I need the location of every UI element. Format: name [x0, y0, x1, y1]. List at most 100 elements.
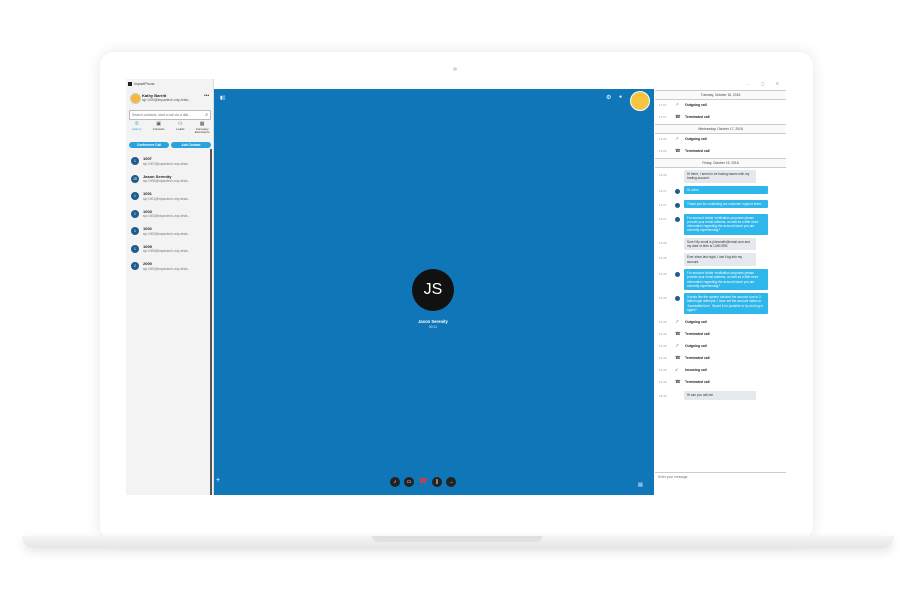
history-row[interactable]: 14:39 ↗ Outgoing call — [655, 341, 786, 353]
row-label: Outgoing call — [685, 344, 707, 349]
message-row: 14:37 Thank you for contacting our custom… — [655, 199, 786, 212]
row-time: 13:03 — [659, 149, 667, 153]
history-row[interactable]: 14:39 ☎ Terminated call — [655, 377, 786, 389]
call-controls: ♪ ▭ ☎ ∥ → — [390, 477, 456, 487]
row-label: Terminated call — [685, 332, 710, 337]
contact-name: 1003 — [143, 208, 152, 214]
message-time: 14:39 — [659, 296, 667, 301]
history-row[interactable]: 14:39 ☎ Terminated call — [655, 329, 786, 341]
user-sip: sip:1000@impactech-voip-tests... — [142, 98, 191, 102]
message-time: 14:38 — [659, 256, 667, 261]
end-call-button[interactable]: ☎ — [418, 477, 428, 487]
contact-sip: sip:1002@impactech-voip-tests... — [143, 231, 191, 236]
history-row[interactable]: 14:39 ☎ Terminated call — [655, 353, 786, 365]
outgoing-arrow-icon: ↗ — [675, 343, 679, 349]
message-row: 14:39 For account holder verification pur… — [655, 268, 786, 291]
list-item[interactable]: 1 1002 sip:1002@impactech-voip-tests... — [126, 223, 210, 241]
message-row: 14:37 For account holder verification pur… — [655, 213, 786, 235]
app-title: ImpactPhone — [134, 82, 155, 86]
history-row[interactable]: 13:03 ↗ Outgoing call — [655, 134, 786, 146]
message-bubble: Ever since last night, I can't log into … — [684, 253, 756, 266]
video-button[interactable]: ▭ — [404, 477, 414, 487]
message-time: 14:38 — [659, 240, 667, 245]
contact-sip: sip:1001@impactech-voip-tests... — [143, 196, 191, 201]
app-window: ImpactPhone Kathy Barritt sip:1000@impac… — [126, 79, 786, 495]
row-label: Outgoing call — [685, 320, 707, 325]
list-item[interactable]: 1 1003 sip:1003@impactech-voip-tests... — [126, 206, 210, 224]
contact-sip: sip:1009@impactech-voip-tests... — [143, 249, 191, 253]
laptop-notch — [372, 536, 542, 542]
add-contact-button[interactable]: Add Contact — [171, 142, 211, 148]
agent-avatar — [675, 202, 680, 208]
agent-avatar — [675, 271, 680, 277]
list-item[interactable]: 1 1001 sip:1001@impactech-voip-tests... — [126, 188, 210, 206]
message-bubble: For account holder verification purposes… — [684, 268, 768, 291]
row-label: Terminated call — [685, 380, 710, 385]
list-item[interactable]: JS Jason Serenity sip:1005@impactech-voi… — [126, 171, 210, 189]
search-icon[interactable]: ⌕ — [205, 112, 208, 118]
history-row[interactable]: 17:07 ↗ Outgoing call — [655, 100, 786, 112]
terminated-phone-icon: ☎ — [675, 331, 681, 337]
history-row[interactable]: 14:39 ↗ Outgoing call — [655, 317, 786, 329]
history-row[interactable]: 13:03 ☎ Terminated call — [655, 146, 786, 158]
chat-icon[interactable]: ▤ — [638, 482, 643, 488]
date-header: Friday, October 19, 2018 — [655, 158, 786, 168]
tab-history[interactable]: ✆ History — [127, 121, 147, 137]
message-time: 14:37 — [659, 202, 667, 207]
message-input[interactable] — [655, 473, 781, 481]
history-panel: – ▢ ✕ Tuesday, October 16, 2018 17:07 ↗ Ou… — [655, 79, 786, 495]
user-icon[interactable]: ● — [619, 94, 622, 100]
avatar — [130, 93, 141, 104]
agent-avatar — [675, 188, 680, 194]
row-label: Terminated call — [685, 149, 710, 153]
more-options-icon[interactable]: ••• — [204, 93, 209, 99]
conference-call-button[interactable]: Conference Call — [129, 142, 169, 148]
message-time: 14:37 — [659, 188, 667, 193]
message-bubble: Hi there, I seem to be having issues wit… — [684, 170, 756, 183]
call-duration: 00:11 — [428, 325, 438, 329]
row-time: 14:39 — [659, 356, 667, 361]
row-time: 13:03 — [659, 137, 667, 141]
message-bubble: Thank you for contacting our customer su… — [684, 199, 768, 208]
terminated-phone-icon: ☎ — [675, 379, 681, 385]
gear-icon[interactable]: ⚙ — [606, 94, 611, 101]
list-item[interactable]: 1 1007 sip:1007@impactech-voip-tests... — [126, 153, 210, 171]
history-row[interactable]: 14:39 ↙ Incoming call — [655, 365, 786, 377]
message-row: 14:39 It looks like the system blocked th… — [655, 293, 786, 315]
tab-company-extensions[interactable]: ▦ Company Extensions — [192, 121, 212, 137]
sidebar-scrollbar[interactable] — [210, 149, 212, 495]
search-input[interactable] — [130, 111, 204, 119]
contact-sip: sip:1007@impactech-voip-tests... — [143, 161, 191, 166]
avatar[interactable] — [630, 91, 650, 111]
tab-leads[interactable]: ⚇ Leads — [170, 121, 190, 137]
outgoing-arrow-icon: ↗ — [675, 319, 679, 325]
row-time: 17:07 — [659, 103, 667, 107]
history-row[interactable]: 17:07 ☎ Terminated call — [655, 112, 786, 124]
contact-name: 1009 — [143, 243, 152, 249]
app-titlebar: ImpactPhone — [126, 79, 215, 89]
message-row: 14:40 Hi can you call me — [655, 391, 786, 403]
message-composer — [655, 472, 786, 495]
message-bubble: Hi John! — [684, 185, 768, 194]
row-time: 14:39 — [659, 320, 667, 325]
list-item[interactable]: 1 1009 sip:1009@impactech-voip-tests... — [126, 241, 210, 259]
list-item[interactable]: 2 2000 sip:2000@impactech-voip-tests... — [126, 258, 210, 276]
contact-name: 2000 — [143, 261, 152, 266]
microphone-button[interactable]: ♪ — [390, 477, 400, 487]
hold-button[interactable]: ∥ — [432, 477, 442, 487]
plus-icon[interactable]: + — [216, 477, 220, 484]
user-profile[interactable]: Kathy Barritt sip:1000@impactech-voip-te… — [128, 91, 212, 107]
contact-name: 1002 — [143, 226, 152, 231]
history-list: Tuesday, October 16, 2018 17:07 ↗ Outgoing… — [655, 90, 786, 403]
row-time: 14:39 — [659, 380, 667, 385]
message-bubble: Sure! My email is johnsmith@email.com an… — [684, 237, 756, 251]
terminated-phone-icon: ☎ — [675, 114, 681, 119]
avatar: 1 — [131, 157, 139, 165]
sidebar-nav: ✆ History ▣ Contacts ⚇ Leads ▦ Company E… — [126, 121, 213, 137]
transfer-button[interactable]: → — [446, 477, 456, 487]
window-controls[interactable]: – ▢ ✕ — [747, 81, 784, 86]
tab-contacts[interactable]: ▣ Contacts — [149, 121, 169, 137]
avatar: 1 — [131, 192, 139, 200]
sidebar: ImpactPhone Kathy Barritt sip:1000@impac… — [126, 79, 214, 495]
webcam — [453, 67, 457, 71]
